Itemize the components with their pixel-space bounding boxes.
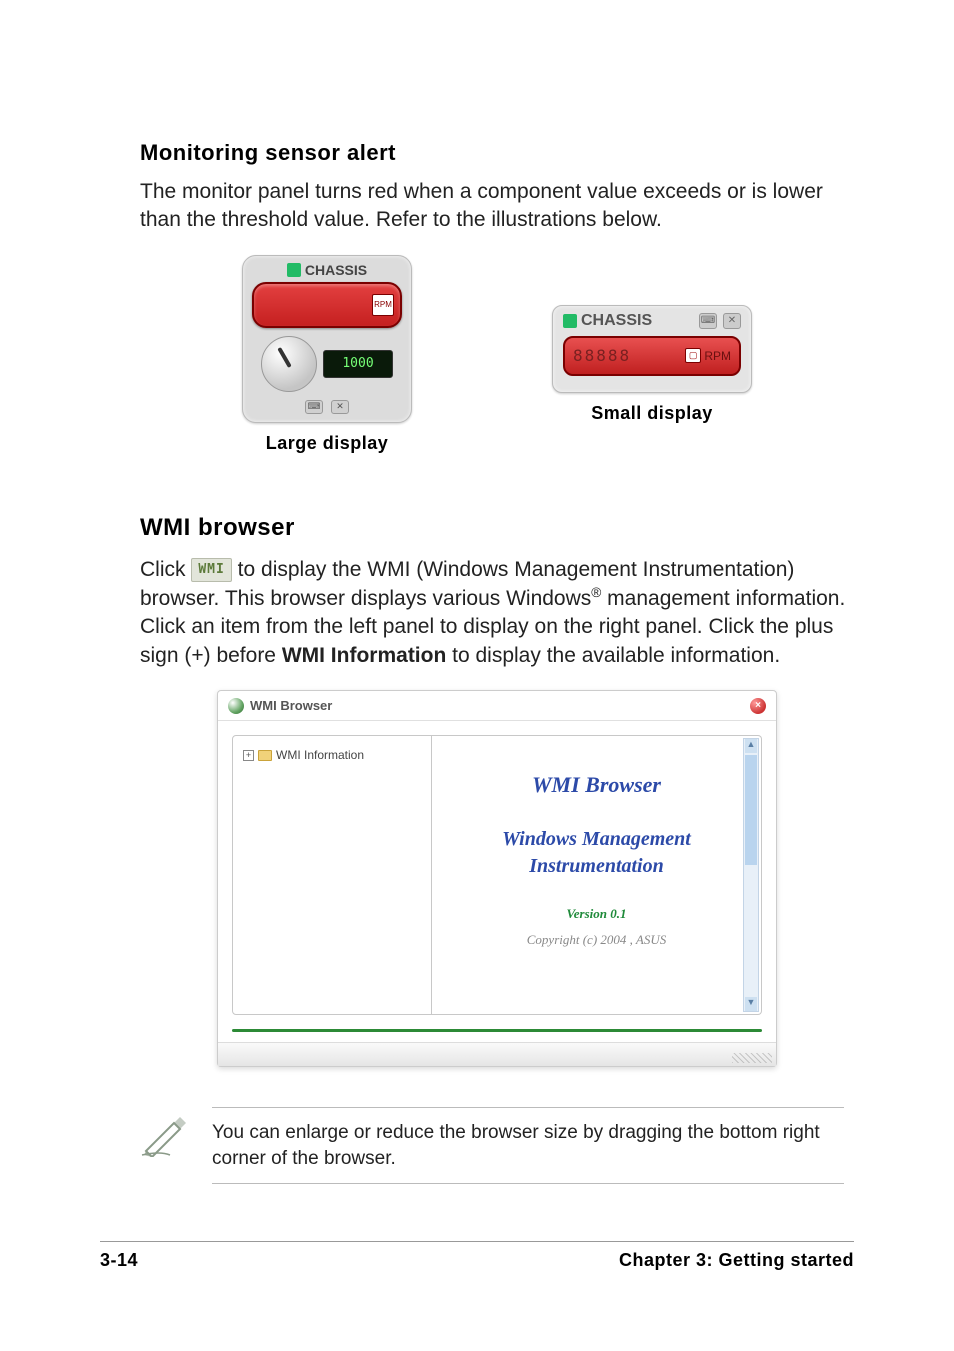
app-orb-icon xyxy=(228,698,244,714)
rpm-unit-icon: RPM xyxy=(372,294,394,316)
small-card-header: CHASSIS ⌨ ✕ xyxy=(563,312,741,330)
wmi-tree-panel[interactable]: + WMI Information xyxy=(232,735,432,1015)
tree-row-wmi-info[interactable]: + WMI Information xyxy=(243,748,421,762)
small-display-column: CHASSIS ⌨ ✕ 88888 ▢ RPM Small display xyxy=(552,305,752,424)
large-card-footer: ⌨ ✕ xyxy=(305,400,349,414)
dial-gauge-icon xyxy=(261,336,317,392)
page-number: 3-14 xyxy=(100,1250,138,1271)
small-header-icons: ⌨ ✕ xyxy=(699,313,741,329)
wmi-sub-line1: Windows Management xyxy=(502,828,691,850)
small-sensor-card: CHASSIS ⌨ ✕ 88888 ▢ RPM xyxy=(552,305,752,393)
chassis-text: CHASSIS xyxy=(581,312,652,330)
close-icon: ✕ xyxy=(723,313,741,329)
small-red-panel: 88888 ▢ RPM xyxy=(563,336,741,376)
folder-icon xyxy=(258,750,272,761)
tree-item-label: WMI Information xyxy=(276,748,364,762)
large-display-column: CHASSIS RPM 1000 ⌨ ✕ Large display xyxy=(242,255,412,454)
note-text: You can enlarge or reduce the browser si… xyxy=(212,1107,844,1184)
heading-wmi: WMI browser xyxy=(140,514,854,542)
caption-small: Small display xyxy=(591,403,713,424)
wmi-right-subtitle: Windows Management Instrumentation xyxy=(502,826,691,880)
wmi-inline-button-icon: WMI xyxy=(191,558,231,582)
digits-readout: 88888 xyxy=(573,346,631,365)
large-sensor-card: CHASSIS RPM 1000 ⌨ ✕ xyxy=(242,255,412,423)
wmi-resize-grip[interactable] xyxy=(218,1042,776,1066)
large-chassis-label: CHASSIS xyxy=(287,262,367,278)
registered-mark: ® xyxy=(591,585,601,600)
page-footer: 3-14 Chapter 3: Getting started xyxy=(100,1241,854,1271)
wmi-accent-line xyxy=(232,1029,762,1032)
wmi-right-title: WMI Browser xyxy=(532,772,661,798)
scroll-thumb[interactable] xyxy=(745,755,757,865)
wmi-title-text: WMI Browser xyxy=(250,698,332,713)
paragraph-monitoring: The monitor panel turns red when a compo… xyxy=(140,178,854,235)
keyboard-icon: ⌨ xyxy=(699,313,717,329)
wmi-body: + WMI Information WMI Browser Windows Ma… xyxy=(218,721,776,1029)
wmi-titlebar: WMI Browser × xyxy=(218,691,776,721)
small-chassis-label: CHASSIS xyxy=(563,312,652,330)
close-icon: ✕ xyxy=(331,400,349,414)
rpm-group: ▢ RPM xyxy=(685,348,731,363)
dial-row: 1000 xyxy=(261,336,393,392)
caption-large: Large display xyxy=(266,433,389,454)
note-row: You can enlarge or reduce the browser si… xyxy=(140,1107,854,1184)
pencil-note-icon xyxy=(140,1111,186,1157)
wmi-text-a: Click xyxy=(140,558,191,581)
wmi-bold-term: WMI Information xyxy=(282,644,446,667)
lcd-readout: 1000 xyxy=(323,350,393,378)
wmi-right-panel: WMI Browser Windows Management Instrumen… xyxy=(432,735,762,1015)
pushpin-icon xyxy=(287,263,301,277)
chapter-label: Chapter 3: Getting started xyxy=(619,1250,854,1271)
paragraph-wmi: Click WMI to display the WMI (Windows Ma… xyxy=(140,556,854,670)
scroll-up-icon[interactable]: ▲ xyxy=(745,739,757,753)
rpm-text: RPM xyxy=(704,349,731,363)
scrollbar[interactable]: ▲ ▼ xyxy=(743,738,759,1012)
wmi-browser-window: WMI Browser × + WMI Information WMI Brow… xyxy=(217,690,777,1067)
wmi-version-text: Version 0.1 xyxy=(567,906,627,922)
chassis-text: CHASSIS xyxy=(305,262,367,278)
pushpin-icon xyxy=(563,314,577,328)
wmi-text-d: to display the available information. xyxy=(446,644,780,667)
wmi-copyright-text: Copyright (c) 2004 , ASUS xyxy=(527,932,667,948)
tree-expand-icon[interactable]: + xyxy=(243,750,254,761)
large-red-panel: RPM xyxy=(252,282,402,328)
close-icon[interactable]: × xyxy=(750,698,766,714)
sensor-images-row: CHASSIS RPM 1000 ⌨ ✕ Large display CHASS… xyxy=(140,255,854,454)
keyboard-icon: ⌨ xyxy=(305,400,323,414)
wmi-sub-line2: Instrumentation xyxy=(529,855,664,877)
scroll-down-icon[interactable]: ▼ xyxy=(745,997,757,1011)
heading-monitoring: Monitoring sensor alert xyxy=(140,140,854,166)
wmi-titlebar-left: WMI Browser xyxy=(228,698,332,714)
rpm-unit-icon: ▢ xyxy=(685,348,702,363)
